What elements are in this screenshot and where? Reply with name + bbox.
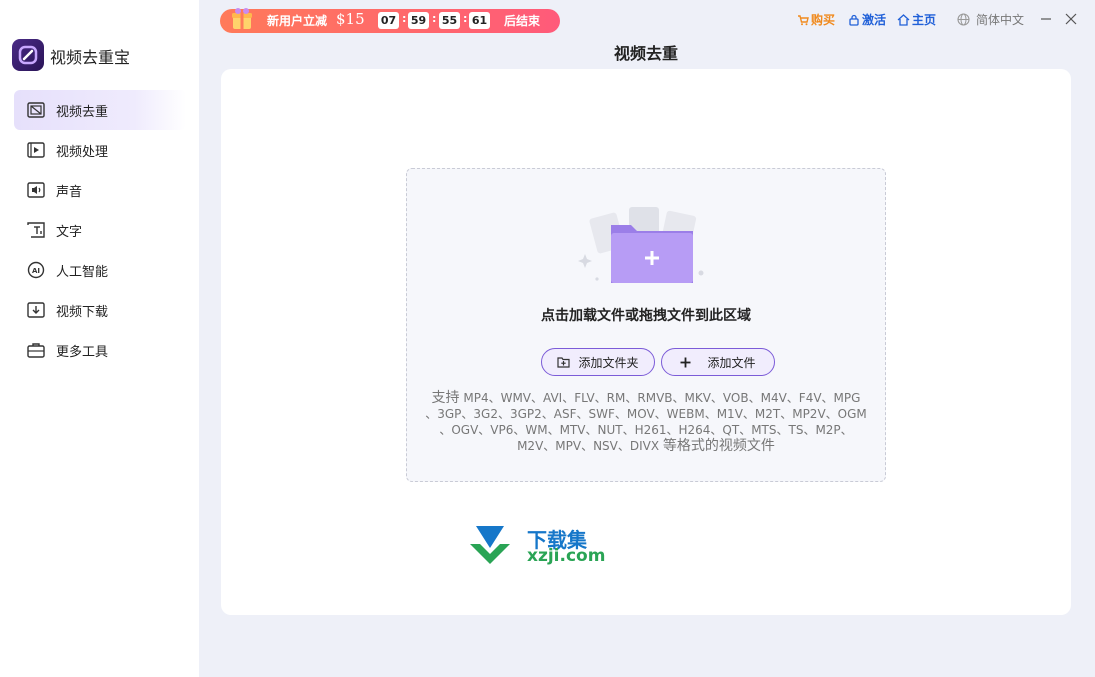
home-link[interactable]: 主页 <box>897 11 936 28</box>
sidebar-item-label: 人工智能 <box>56 264 109 280</box>
activate-label: 激活 <box>862 13 887 27</box>
formats-line-2: 、3GP、3G2、3GP2、ASF、SWF、MOV、WEBM、M1V、M2T、M… <box>425 407 867 421</box>
countdown-separator: : <box>463 12 468 25</box>
formats-suffix: 等格式的视频文件 <box>662 438 775 454</box>
ai-icon: AI <box>27 261 45 279</box>
formats-prefix: 支持 <box>431 390 460 406</box>
add-folder-illustration-icon <box>578 207 704 283</box>
cart-icon <box>797 14 809 26</box>
language-label: 简体中文 <box>976 13 1025 27</box>
buy-link[interactable]: 购买 <box>797 11 835 28</box>
formats-line-3: 、OGV、VP6、WM、MTV、NUT、H261、H264、QT、MTS、TS、… <box>439 423 853 437</box>
watermark-url: xzji.com <box>527 546 606 566</box>
sidebar-item-label: 视频去重 <box>56 104 109 120</box>
home-label: 主页 <box>912 13 937 27</box>
sidebar-item-label: 文字 <box>56 224 83 240</box>
sidebar-item-label: 视频下载 <box>56 304 109 320</box>
svg-text:AI: AI <box>32 267 40 275</box>
gift-icon <box>228 5 256 33</box>
main-card: 点击加载文件或拖拽文件到此区域 添加文件夹 添加文件 支持 MP4、WMV、AV… <box>221 69 1071 615</box>
countdown-separator: : <box>402 12 407 25</box>
activate-link[interactable]: 激活 <box>848 11 886 28</box>
file-drop-zone[interactable]: 点击加载文件或拖拽文件到此区域 添加文件夹 添加文件 支持 MP4、WMV、AV… <box>406 168 886 482</box>
sidebar: 视频去重宝 视频去重 视频处理 声音 文字 AI 人工智能 视频下载 更多工具 <box>0 0 199 677</box>
sidebar-item-label: 更多工具 <box>56 344 109 360</box>
countdown-seconds: 55 <box>439 12 460 29</box>
sidebar-item-video-dedupe[interactable]: 视频去重 <box>14 90 186 130</box>
download-icon <box>27 301 45 319</box>
promo-banner[interactable]: 新用户立减 $15 07 : 59 : 55 : 61 后结束 <box>220 8 560 33</box>
sidebar-item-label: 声音 <box>56 184 83 200</box>
add-folder-label: 添加文件夹 <box>578 355 639 370</box>
drop-zone-title: 点击加载文件或拖拽文件到此区域 <box>541 308 751 324</box>
add-folder-button[interactable]: 添加文件夹 <box>541 348 655 376</box>
audio-icon <box>27 181 45 199</box>
plus-icon <box>680 357 691 368</box>
promo-text: 新用户立减 <box>267 14 328 28</box>
app-logo-icon <box>12 39 44 71</box>
countdown-frames: 61 <box>469 12 490 29</box>
home-icon <box>897 13 910 26</box>
sidebar-item-video-download[interactable]: 视频下载 <box>14 290 186 330</box>
add-file-button[interactable]: 添加文件 <box>661 348 775 376</box>
close-icon <box>1065 13 1077 25</box>
formats-line-1: MP4、WMV、AVI、FLV、RM、RMVB、MKV、VOB、M4V、F4V、… <box>463 391 861 405</box>
text-icon <box>27 221 45 239</box>
sidebar-item-text[interactable]: 文字 <box>14 210 186 250</box>
page-title: 视频去重 <box>613 44 678 63</box>
buy-label: 购买 <box>811 13 836 27</box>
countdown-hours: 07 <box>378 12 399 29</box>
language-selector[interactable]: 简体中文 <box>957 11 1024 28</box>
app-name: 视频去重宝 <box>50 48 131 67</box>
sidebar-item-audio[interactable]: 声音 <box>14 170 186 210</box>
supported-formats: 支持 MP4、WMV、AVI、FLV、RM、RMVB、MKV、VOB、M4V、F… <box>417 390 875 454</box>
promo-amount: $15 <box>336 10 365 28</box>
sidebar-nav: 视频去重 视频处理 声音 文字 AI 人工智能 视频下载 更多工具 <box>14 90 186 370</box>
countdown-separator: : <box>432 12 437 25</box>
add-folder-icon <box>557 356 571 368</box>
sidebar-item-ai[interactable]: AI 人工智能 <box>14 250 186 290</box>
video-dedupe-icon <box>27 101 45 119</box>
globe-icon <box>957 13 970 26</box>
formats-line-4: M2V、MPV、NSV、DIVX <box>517 439 660 453</box>
minimize-button[interactable] <box>1037 10 1055 28</box>
add-file-label: 添加文件 <box>707 355 756 370</box>
sidebar-item-video-processing[interactable]: 视频处理 <box>14 130 186 170</box>
toolbox-icon <box>27 341 45 359</box>
close-button[interactable] <box>1062 10 1080 28</box>
lock-icon <box>848 14 860 26</box>
countdown-minutes: 59 <box>408 12 429 29</box>
minimize-icon <box>1041 18 1051 20</box>
sidebar-item-label: 视频处理 <box>56 144 109 160</box>
sidebar-item-more-tools[interactable]: 更多工具 <box>14 330 186 370</box>
video-play-icon <box>27 141 45 159</box>
promo-end-label: 后结束 <box>504 14 541 28</box>
